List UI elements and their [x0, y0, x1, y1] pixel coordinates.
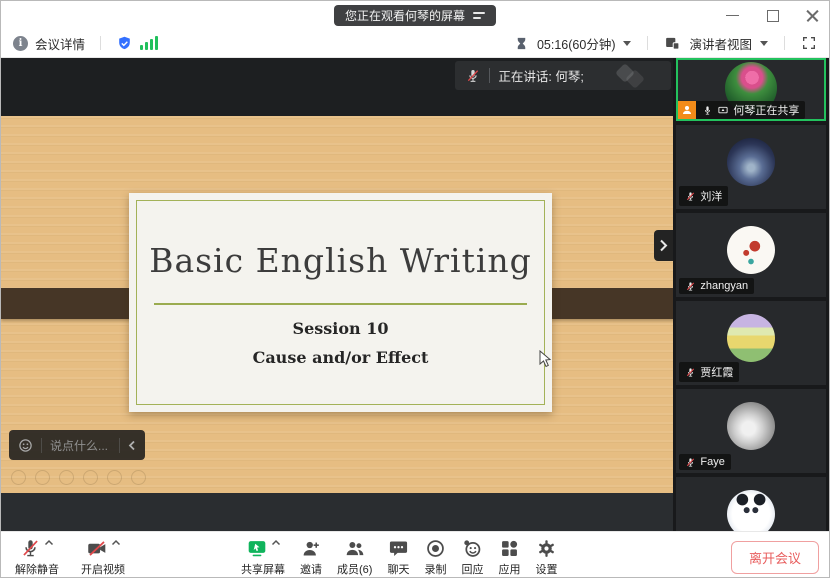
maximize-icon[interactable]	[766, 9, 779, 22]
layout-icon	[664, 35, 681, 52]
participant-label: 刘洋	[679, 186, 728, 206]
slide-title: Basic English Writing	[129, 241, 552, 280]
watching-banner-text: 您正在观看何琴的屏幕	[345, 7, 465, 24]
record-button[interactable]: 录制	[424, 536, 446, 577]
next-slide-chevron-icon[interactable]	[654, 230, 673, 261]
video-options-chevron-icon[interactable]	[111, 539, 121, 546]
participant-label: zhangyan	[679, 278, 754, 294]
timer-dropdown-icon[interactable]	[623, 41, 631, 46]
apps-icon	[499, 538, 520, 559]
settings-button[interactable]: 设置	[535, 536, 557, 577]
slide: Basic English Writing Session 10 Cause a…	[129, 193, 552, 412]
mic-muted-icon	[20, 538, 41, 559]
participant-tile-zhangyan[interactable]: zhangyan	[676, 213, 826, 297]
avatar	[727, 490, 775, 531]
slide-session: Session 10	[129, 319, 552, 338]
info-icon[interactable]: i	[13, 36, 28, 51]
speaking-banner: 正在讲话: 何琴;	[455, 61, 671, 90]
participant-tile-liuyang[interactable]: 刘洋	[676, 125, 826, 209]
mic-options-chevron-icon[interactable]	[44, 539, 54, 546]
react-button[interactable]: 回应	[461, 536, 483, 577]
participants-sidebar: 何琴正在共享 刘洋	[673, 58, 829, 531]
fullscreen-icon[interactable]	[801, 35, 817, 51]
participant-tile-faye[interactable]: Faye	[676, 389, 826, 473]
mic-muted-icon	[685, 367, 696, 378]
slide-divider-line	[154, 303, 527, 305]
participant-name: Faye	[700, 456, 724, 468]
participant-tile-jiahongxia[interactable]: 贾红霞	[676, 301, 826, 385]
avatar	[727, 138, 775, 186]
presenter-ghost-controls[interactable]	[11, 470, 146, 485]
bottom-toolbar: 解除静音 开启视频	[1, 531, 829, 578]
watermark-diamonds	[618, 66, 642, 86]
menu-icon[interactable]	[473, 12, 485, 18]
chat-button[interactable]: 聊天	[387, 536, 409, 577]
participant-tile-panda[interactable]	[676, 477, 826, 531]
shield-check-icon[interactable]	[116, 35, 133, 52]
host-icon	[678, 101, 696, 119]
content-area: Basic English Writing Session 10 Cause a…	[1, 58, 829, 531]
participant-name: 贾红霞	[700, 364, 733, 380]
view-mode-dropdown-icon[interactable]	[760, 41, 768, 46]
avatar	[727, 314, 775, 362]
slide-ribbon-right	[538, 288, 673, 319]
leave-meeting-button[interactable]: 离开会议	[731, 541, 819, 574]
members-button[interactable]: 成员(6)	[337, 536, 372, 577]
chat-input-placeholder[interactable]: 说点什么...	[50, 437, 111, 454]
close-icon[interactable]	[806, 9, 819, 22]
participant-name: 何琴正在共享	[733, 102, 799, 118]
mic-muted-icon	[465, 68, 481, 84]
screen-sharing-icon	[717, 105, 729, 116]
participant-label: Faye	[679, 454, 730, 470]
mic-muted-icon	[685, 281, 696, 292]
invite-icon	[301, 538, 322, 559]
minimize-icon[interactable]	[726, 9, 739, 22]
participant-name: 刘洋	[700, 188, 722, 204]
participant-name: zhangyan	[700, 280, 748, 292]
react-icon	[461, 538, 483, 559]
settings-gear-icon	[536, 538, 557, 559]
start-video-button[interactable]: 开启视频	[81, 536, 125, 577]
signal-bars-icon[interactable]	[140, 36, 158, 50]
avatar	[727, 226, 775, 274]
titlebar: 您正在观看何琴的屏幕	[1, 1, 829, 29]
mouse-cursor-icon	[539, 350, 552, 368]
participant-label: 何琴正在共享	[678, 101, 805, 119]
chat-icon	[388, 538, 409, 559]
apps-button[interactable]: 应用	[498, 536, 520, 577]
avatar	[727, 402, 775, 450]
meeting-window: 您正在观看何琴的屏幕 i 会议详情 05:16(60分钟)	[0, 0, 830, 578]
shared-screen-stage: Basic English Writing Session 10 Cause a…	[1, 58, 673, 531]
members-icon	[344, 538, 366, 559]
participant-label: 贾红霞	[679, 362, 739, 382]
watching-banner[interactable]: 您正在观看何琴的屏幕	[334, 5, 496, 26]
meeting-timer: 05:16(60分钟)	[537, 34, 616, 53]
slide-subtitle: Cause and/or Effect	[129, 348, 552, 367]
meeting-header: i 会议详情 05:16(60分钟) 演讲者视图	[1, 29, 829, 58]
hourglass-icon	[514, 36, 529, 51]
camera-muted-icon	[86, 538, 108, 559]
collapse-chevron-icon[interactable]	[128, 440, 136, 451]
record-icon	[425, 538, 446, 559]
share-screen-button[interactable]: 共享屏幕	[241, 536, 285, 577]
speaking-label: 正在讲话: 何琴;	[498, 66, 583, 85]
screen-share-icon	[246, 538, 268, 559]
mic-muted-icon	[685, 191, 696, 202]
unmute-button[interactable]: 解除静音	[15, 536, 59, 577]
emoji-icon[interactable]	[18, 438, 33, 453]
participant-tile-heqin[interactable]: 何琴正在共享	[676, 58, 826, 121]
mic-on-icon	[702, 105, 713, 116]
invite-button[interactable]: 邀请	[300, 536, 322, 577]
window-controls	[726, 1, 819, 29]
quick-chat-bar[interactable]: 说点什么...	[9, 430, 145, 460]
share-options-chevron-icon[interactable]	[271, 539, 281, 546]
view-mode-label[interactable]: 演讲者视图	[689, 34, 752, 53]
meeting-details-link[interactable]: 会议详情	[35, 34, 85, 53]
slide-ribbon-left	[1, 288, 138, 319]
mic-muted-icon	[685, 457, 696, 468]
